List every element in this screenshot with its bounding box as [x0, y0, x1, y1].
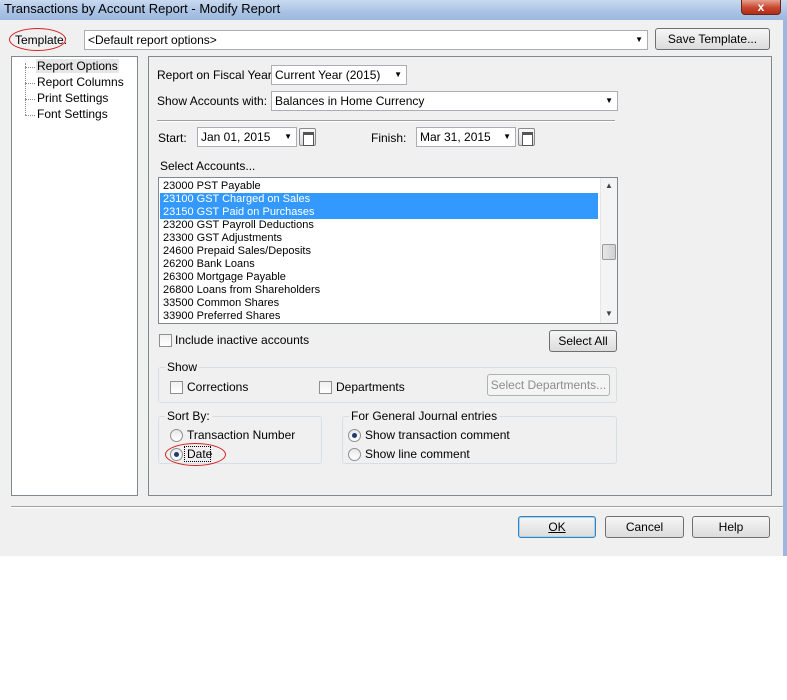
list-item[interactable]: 33900 Preferred Shares	[160, 310, 598, 323]
start-date-value: Jan 01, 2015	[201, 130, 271, 144]
footer-divider	[11, 506, 783, 508]
accounts-scrollbar[interactable]: ▲ ▼	[600, 178, 617, 323]
list-item[interactable]: 23150 GST Paid on Purchases	[160, 206, 598, 219]
start-label: Start:	[158, 131, 187, 145]
chevron-down-icon: ▼	[503, 132, 511, 141]
window-frame-edge	[783, 20, 787, 556]
tree-item-print-settings[interactable]: Print Settings	[37, 91, 108, 105]
tree-connector	[25, 63, 26, 115]
title-bar[interactable]: Transactions by Account Report - Modify …	[0, 0, 787, 20]
finish-calendar-icon[interactable]	[518, 128, 535, 146]
list-item[interactable]: 33500 Common Shares	[160, 297, 598, 310]
general-journal-title: For General Journal entries	[349, 409, 500, 423]
tree-item-report-columns[interactable]: Report Columns	[37, 75, 124, 89]
sort-by-title: Sort By:	[165, 409, 212, 423]
window-title: Transactions by Account Report - Modify …	[4, 1, 281, 16]
close-button[interactable]: x	[741, 0, 781, 15]
finish-date-field[interactable]: Mar 31, 2015 ▼	[416, 127, 516, 147]
accounts-listbox[interactable]: 23000 PST Payable 23100 GST Charged on S…	[158, 177, 618, 324]
departments-checkbox[interactable]	[319, 381, 332, 394]
tree-connector	[25, 83, 35, 84]
settings-tree	[11, 56, 138, 496]
show-accounts-value: Balances in Home Currency	[275, 94, 425, 108]
list-item[interactable]: 23000 PST Payable	[160, 180, 598, 193]
chevron-down-icon: ▼	[635, 35, 643, 44]
fiscal-year-value: Current Year (2015)	[275, 68, 381, 82]
tree-connector	[25, 99, 35, 100]
sort-transaction-number-label: Transaction Number	[187, 428, 296, 442]
divider	[157, 120, 615, 122]
show-transaction-comment-label: Show transaction comment	[365, 428, 510, 442]
ok-button[interactable]: OK	[518, 516, 596, 538]
select-departments-label: Select Departments...	[490, 378, 607, 392]
help-label: Help	[718, 520, 744, 534]
list-item[interactable]: 24600 Prepaid Sales/Deposits	[160, 245, 598, 258]
modify-report-window: Transactions by Account Report - Modify …	[0, 0, 787, 556]
list-item[interactable]: 23200 GST Payroll Deductions	[160, 219, 598, 232]
select-all-label: Select All	[558, 334, 608, 348]
show-accounts-label: Show Accounts with:	[157, 94, 268, 108]
chevron-down-icon: ▼	[394, 70, 402, 79]
tree-item-report-options[interactable]: Report Options	[36, 59, 119, 73]
save-template-button[interactable]: Save Template...	[655, 28, 770, 50]
start-date-field[interactable]: Jan 01, 2015 ▼	[197, 127, 297, 147]
cancel-label: Cancel	[625, 520, 664, 534]
corrections-checkbox[interactable]	[170, 381, 183, 394]
annotation-ellipse-template	[9, 28, 66, 51]
fiscal-year-combo[interactable]: Current Year (2015) ▼	[271, 65, 407, 85]
list-item[interactable]: 23100 GST Charged on Sales	[160, 193, 598, 206]
show-accounts-combo[interactable]: Balances in Home Currency ▼	[271, 91, 618, 111]
help-button[interactable]: Help	[692, 516, 770, 538]
chevron-down-icon: ▼	[284, 132, 292, 141]
scroll-thumb[interactable]	[602, 244, 616, 260]
show-line-comment-label: Show line comment	[365, 447, 470, 461]
template-value: <Default report options>	[88, 33, 217, 47]
show-line-comment-radio[interactable]	[348, 448, 361, 461]
start-calendar-icon[interactable]	[299, 128, 316, 146]
template-combo[interactable]: <Default report options> ▼	[84, 30, 648, 50]
sort-transaction-number-radio[interactable]	[170, 429, 183, 442]
annotation-ellipse-date	[165, 443, 226, 466]
list-item[interactable]: 26800 Loans from Shareholders	[160, 284, 598, 297]
include-inactive-label: Include inactive accounts	[175, 333, 310, 347]
list-item[interactable]: 23300 GST Adjustments	[160, 232, 598, 245]
select-all-button[interactable]: Select All	[549, 330, 617, 352]
corrections-label: Corrections	[187, 380, 249, 394]
chevron-down-icon: ▼	[605, 96, 613, 105]
scroll-up-icon[interactable]: ▲	[601, 178, 617, 194]
fiscal-year-label: Report on Fiscal Year:	[157, 68, 276, 82]
tree-connector	[25, 67, 35, 68]
include-inactive-checkbox[interactable]	[159, 334, 172, 347]
tree-connector	[25, 115, 35, 116]
list-item[interactable]: 26300 Mortgage Payable	[160, 271, 598, 284]
cancel-button[interactable]: Cancel	[605, 516, 684, 538]
select-departments-button[interactable]: Select Departments...	[487, 374, 610, 396]
departments-label: Departments	[336, 380, 405, 394]
list-item[interactable]: 26200 Bank Loans	[160, 258, 598, 271]
scroll-down-icon[interactable]: ▼	[601, 306, 617, 322]
finish-label: Finish:	[371, 131, 407, 145]
tree-item-font-settings[interactable]: Font Settings	[37, 107, 108, 121]
show-transaction-comment-radio[interactable]	[348, 429, 361, 442]
save-template-label: Save Template...	[667, 32, 758, 46]
ok-label: OK	[548, 520, 566, 534]
show-group-title: Show	[165, 360, 200, 374]
select-accounts-label: Select Accounts...	[160, 159, 256, 173]
finish-date-value: Mar 31, 2015	[420, 130, 491, 144]
